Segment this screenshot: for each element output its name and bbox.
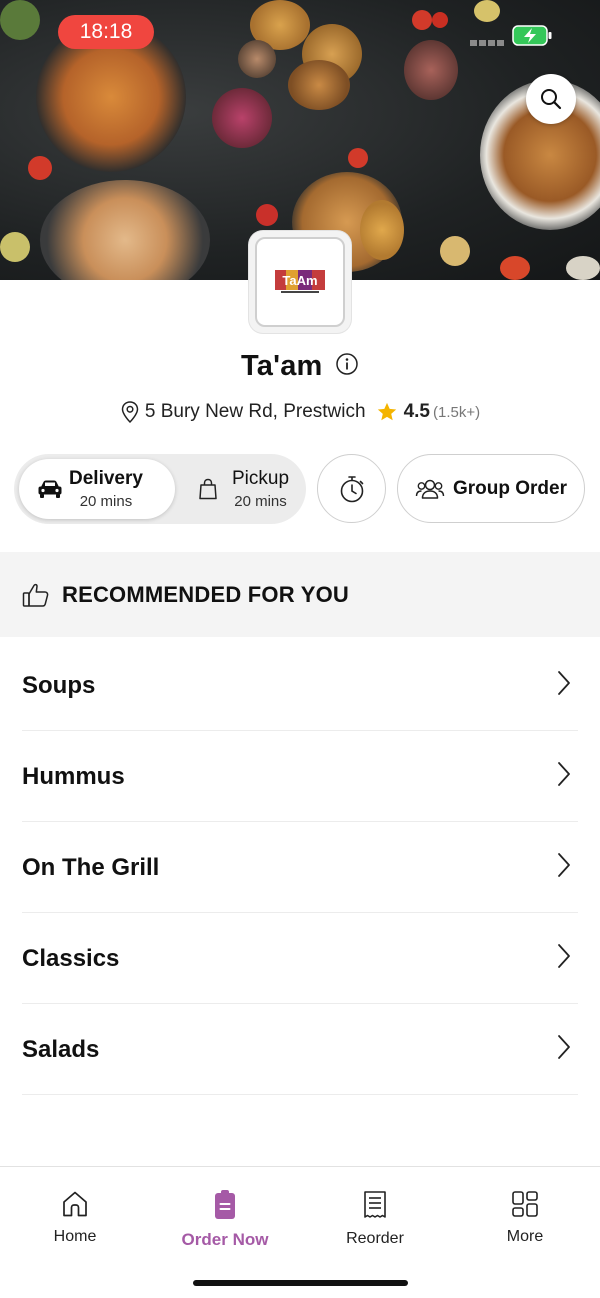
- chevron-right-icon: [558, 853, 570, 877]
- bottom-tab-bar: Home Order Now Reorder More: [0, 1166, 600, 1298]
- rating-count: (1.5k+): [433, 403, 481, 421]
- grid-icon: [512, 1191, 538, 1217]
- group-icon: [415, 479, 445, 499]
- recommended-title: RECOMMENDED FOR YOU: [62, 581, 349, 607]
- category-name: Salads: [22, 1036, 100, 1063]
- stopwatch-icon: [340, 475, 363, 502]
- recommended-section[interactable]: RECOMMENDED FOR YOU: [0, 552, 600, 637]
- group-order-button[interactable]: Group Order: [397, 454, 585, 523]
- tab-more-label: More: [506, 1228, 544, 1245]
- tab-home-label: Home: [53, 1228, 97, 1245]
- category-name: On The Grill: [22, 854, 160, 881]
- tab-reorder[interactable]: Reorder: [315, 1189, 435, 1248]
- battery-charging-icon: [512, 25, 552, 46]
- star-icon: [377, 402, 396, 421]
- delivery-time: 20 mins: [79, 492, 133, 510]
- category-row[interactable]: Classics: [22, 913, 578, 1004]
- pickup-time: 20 mins: [234, 492, 287, 510]
- category-row[interactable]: On The Grill: [22, 822, 578, 913]
- rating-value: 4.5: [403, 401, 430, 422]
- restaurant-logo: TaAm: [249, 231, 351, 333]
- restaurant-header: Ta'am: [0, 350, 600, 383]
- search-icon: [541, 89, 562, 110]
- order-icon: [215, 1190, 235, 1219]
- info-icon[interactable]: [335, 352, 359, 381]
- shopping-bag-icon: [199, 478, 217, 500]
- home-icon: [63, 1191, 87, 1217]
- category-name: Hummus: [22, 763, 125, 790]
- restaurant-logo-image: TaAm: [275, 270, 325, 293]
- delivery-option[interactable]: Delivery 20 mins: [19, 459, 175, 519]
- chevron-right-icon: [558, 671, 570, 695]
- tab-reorder-label: Reorder: [346, 1230, 404, 1247]
- category-list: Soups Hummus On The Grill Classics Salad…: [0, 640, 600, 1095]
- chevron-right-icon: [558, 944, 570, 968]
- chevron-right-icon: [558, 1035, 570, 1059]
- search-button[interactable]: [526, 74, 576, 124]
- receipt-icon: [364, 1191, 386, 1218]
- thumbs-up-icon: [22, 583, 49, 607]
- location-pin-icon: [121, 401, 139, 424]
- tab-more[interactable]: More: [465, 1189, 585, 1246]
- car-icon: [38, 480, 62, 498]
- category-name: Classics: [22, 945, 120, 972]
- restaurant-meta: 5 Bury New Rd, Prestwich 4.5 (1.5k+): [0, 400, 600, 424]
- category-name: Soups: [22, 672, 96, 699]
- order-mode-toggle: Delivery 20 mins Pickup 20 mins: [14, 454, 306, 524]
- restaurant-name: Ta'am: [241, 350, 323, 382]
- delivery-label: Delivery: [69, 467, 143, 489]
- pickup-option[interactable]: Pickup 20 mins: [180, 459, 302, 519]
- chevron-right-icon: [558, 762, 570, 786]
- category-row[interactable]: Salads: [22, 1004, 578, 1095]
- category-row[interactable]: Hummus: [22, 731, 578, 822]
- tab-order-now[interactable]: Order Now: [165, 1189, 285, 1250]
- tab-home[interactable]: Home: [15, 1189, 135, 1246]
- schedule-button[interactable]: [317, 454, 386, 523]
- restaurant-address: 5 Bury New Rd, Prestwich: [144, 401, 366, 422]
- category-row[interactable]: Soups: [22, 640, 578, 731]
- tab-order-now-label: Order Now: [181, 1230, 269, 1249]
- signal-icon: [470, 40, 504, 46]
- status-time: 18:18: [58, 15, 154, 49]
- home-indicator[interactable]: [193, 1280, 408, 1286]
- pickup-label: Pickup: [232, 467, 290, 489]
- svg-text:TaAm: TaAm: [282, 273, 317, 288]
- group-order-label: Group Order: [452, 477, 567, 499]
